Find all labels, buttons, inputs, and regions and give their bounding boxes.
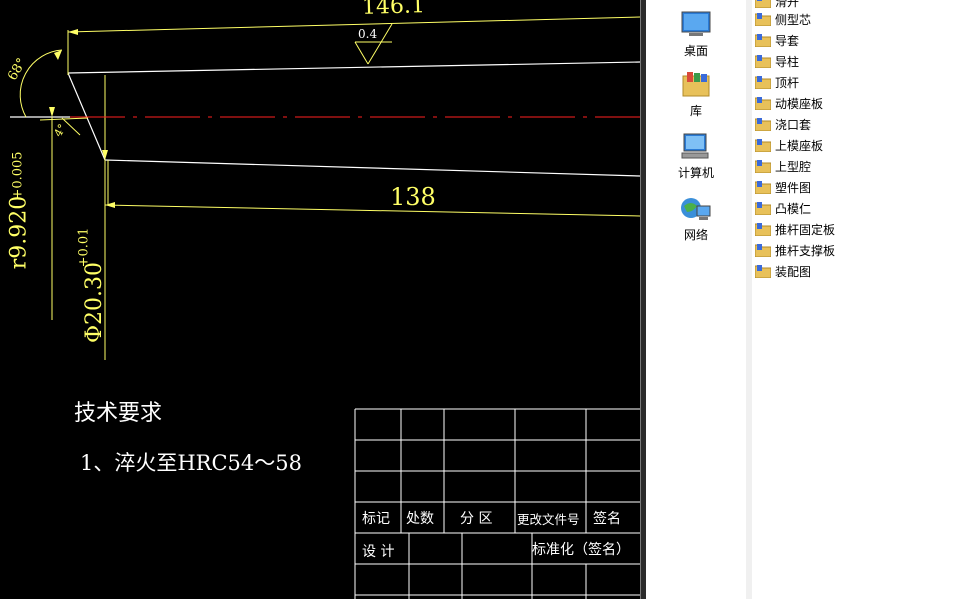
folder-label: 侧型芯 xyxy=(775,12,812,27)
radius-dimension: r9.920 xyxy=(6,195,32,270)
nav-label: 桌面 xyxy=(683,44,708,58)
cad-drawing-area[interactable]: 146.1 0.4 138 68° 4° r9.920 +0.005 Φ20.3… xyxy=(0,0,640,599)
folder-item[interactable]: 侧型芯 xyxy=(754,9,812,29)
folder-icon xyxy=(754,180,772,195)
folder-label: 导柱 xyxy=(775,54,800,69)
folder-item[interactable]: 导柱 xyxy=(754,51,800,71)
folder-item[interactable]: 凸模仁 xyxy=(754,198,812,218)
folder-label: 塑件图 xyxy=(775,180,812,195)
folder-icon xyxy=(754,75,772,90)
dim-length-top: 146.1 xyxy=(361,0,426,20)
folder-icon xyxy=(754,12,772,27)
nav-library[interactable]: 库 xyxy=(646,70,746,119)
folder-item[interactable]: 顶杆 xyxy=(754,72,800,92)
nav-label: 网络 xyxy=(683,228,708,242)
title-block-count: 处数 xyxy=(406,511,434,527)
computer-icon xyxy=(681,133,709,159)
folder-item[interactable]: 推杆支撑板 xyxy=(754,240,836,260)
folder-label: 装配图 xyxy=(775,264,812,279)
folder-icon xyxy=(754,243,772,258)
folder-icon xyxy=(754,264,772,279)
folder-label: 推杆固定板 xyxy=(775,222,836,237)
folder-label: 上型腔 xyxy=(775,159,812,174)
network-icon xyxy=(681,198,711,220)
folder-list: 滑开 侧型芯 导套 导柱 顶杆 动模座板 浇口套 上模座板 上型腔 塑件图 凸模… xyxy=(752,0,964,599)
folder-icon xyxy=(754,138,772,153)
folder-label: 动模座板 xyxy=(775,96,824,111)
radius-tolerance: +0.005 xyxy=(10,151,26,200)
desktop-icon xyxy=(681,11,711,36)
explorer-nav-pane: 桌面 库 计算机 网络 xyxy=(646,0,746,599)
tech-requirements-title: 技术要求 xyxy=(74,401,163,426)
folder-label: 上模座板 xyxy=(775,138,824,153)
title-block-zone: 分 区 xyxy=(460,511,493,527)
nav-network[interactable]: 网络 xyxy=(646,194,746,243)
folder-item[interactable]: 上模座板 xyxy=(754,135,824,155)
folder-icon xyxy=(754,0,772,9)
folder-icon xyxy=(754,117,772,132)
folder-icon xyxy=(754,54,772,69)
folder-item[interactable]: 上型腔 xyxy=(754,156,812,176)
folder-icon xyxy=(754,222,772,237)
title-block-mark: 标记 xyxy=(362,511,390,527)
folder-label: 推杆支撑板 xyxy=(775,243,836,258)
folder-icon xyxy=(754,33,772,48)
library-icon xyxy=(682,72,710,97)
folder-item[interactable]: 动模座板 xyxy=(754,93,824,113)
folder-item[interactable]: 导套 xyxy=(754,30,800,50)
nav-label: 计算机 xyxy=(677,166,714,180)
nav-computer[interactable]: 计算机 xyxy=(646,132,746,181)
roughness-label: 0.4 xyxy=(358,27,378,41)
diameter-tolerance: +0.01 xyxy=(76,227,92,268)
nav-desktop[interactable]: 桌面 xyxy=(646,10,746,59)
nav-label: 库 xyxy=(689,104,702,118)
folder-label: 顶杆 xyxy=(775,75,800,90)
tech-requirement-item: 1、淬火至HRC54～58 xyxy=(80,451,302,475)
title-block-design: 设 计 xyxy=(362,544,395,560)
diameter-dimension: Φ20.30 xyxy=(82,261,108,344)
title-block-sign: 签名 xyxy=(593,511,621,527)
folder-icon xyxy=(754,96,772,111)
folder-item[interactable]: 装配图 xyxy=(754,261,812,281)
folder-label: 凸模仁 xyxy=(775,201,812,216)
folder-label: 导套 xyxy=(775,33,800,48)
folder-item[interactable]: 推杆固定板 xyxy=(754,219,836,239)
folder-item[interactable]: 塑件图 xyxy=(754,177,812,197)
folder-label: 浇口套 xyxy=(775,117,812,132)
folder-icon xyxy=(754,201,772,216)
title-block-standard: 标准化（签名） xyxy=(532,542,630,558)
folder-icon xyxy=(754,159,772,174)
title-block-doc: 更改文件号 xyxy=(517,512,580,527)
dim-length-mid: 138 xyxy=(390,183,436,211)
folder-item[interactable]: 浇口套 xyxy=(754,114,812,134)
